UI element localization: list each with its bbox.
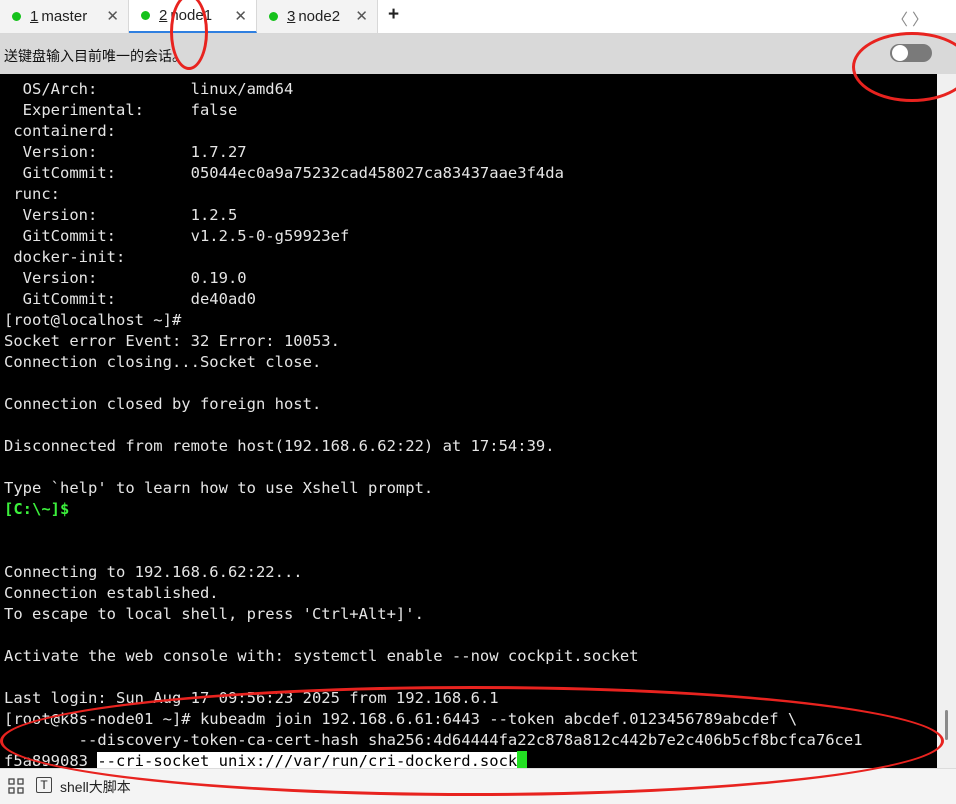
terminal-line: Socket error Event: 32 Error: 10053. [4,332,340,350]
terminal-line: Last login: Sun Aug 17 09:56:23 2025 fro… [4,689,499,707]
terminal-line: [root@localhost ~]# [4,311,182,329]
close-icon[interactable]: ✕ [355,7,368,25]
scroll-tabs-right-icon[interactable]: 〉 [912,6,928,30]
tab-node2[interactable]: 3 node2 ✕ [257,0,378,33]
command-prefix: f5a899083 [4,752,98,768]
cri-socket-argument: --cri-socket unix:///var/run/cri-dockerd… [97,752,518,768]
terminal-line: Experimental: false [4,101,238,119]
terminal-line: Version: 1.2.5 [4,206,238,224]
terminal-line: To escape to local shell, press 'Ctrl+Al… [4,605,424,623]
tab-label: node2 [298,8,341,25]
terminal-lines: OS/Arch: linux/amd64 Experimental: false… [4,79,863,768]
quick-command-bar: T shell大脚本 [0,768,956,804]
tab-number: 3 [287,8,296,25]
scrollbar-thumb[interactable] [945,710,948,740]
connected-status-icon [269,12,278,21]
close-icon[interactable]: ✕ [106,7,119,25]
scroll-tabs-left-icon[interactable]: 〈 [892,6,908,30]
local-shell-prompt: [C:\~]$ [4,500,70,518]
close-icon[interactable]: ✕ [234,7,247,25]
tab-master[interactable]: 1 master ✕ [0,0,129,33]
terminal-line: GitCommit: de40ad0 [4,290,256,308]
connected-status-icon [141,11,150,20]
terminal-line: Connection established. [4,584,219,602]
tab-number: 1 [30,8,39,25]
terminal-line: Activate the web console with: systemctl… [4,647,639,665]
connected-status-icon [12,12,21,21]
tab-bar: 1 master ✕ 2 node1 ✕ 3 node2 ✕ + 〈 〉 [0,0,956,34]
command-grid-icon[interactable] [8,778,24,794]
broadcast-label: 送键盘输入目前唯一的会话。 [4,48,186,64]
quick-command-label[interactable]: shell大脚本 [60,777,131,797]
tab-label: node1 [170,7,213,24]
terminal-scrollbar[interactable] [937,74,956,768]
terminal-line: Connection closed by foreign host. [4,395,322,413]
terminal-line: [root@k8s-node01 ~]# kubeadm join 192.16… [4,710,798,728]
terminal-line: --discovery-token-ca-cert-hash sha256:4d… [4,731,863,749]
terminal-line: docker-init: [4,248,126,266]
terminal-line: Version: 1.7.27 [4,143,247,161]
terminal-line-command: f5a899083 --cri-socket unix:///var/run/c… [4,751,863,768]
terminal-line: Version: 0.19.0 [4,269,247,287]
broadcast-toggle[interactable] [890,44,932,62]
tab-node1[interactable]: 2 node1 ✕ [129,0,257,33]
toggle-knob [892,45,908,61]
terminal-line: runc: [4,185,60,203]
terminal-line: Connecting to 192.168.6.62:22... [4,563,303,581]
new-tab-button[interactable]: + [388,4,399,26]
tab-number: 2 [159,7,168,24]
terminal-line: Connection closing...Socket close. [4,353,322,371]
tab-label: master [41,8,88,25]
terminal-line: GitCommit: v1.2.5-0-g59923ef [4,227,350,245]
text-cursor [517,751,528,768]
terminal-line: OS/Arch: linux/amd64 [4,80,294,98]
terminal-line: Disconnected from remote host(192.168.6.… [4,437,555,455]
broadcast-bar: 送键盘输入目前唯一的会话。 [0,34,956,74]
terminal-line: Type `help' to learn how to use Xshell p… [4,479,434,497]
text-script-icon[interactable]: T [36,777,52,793]
terminal-output[interactable]: OS/Arch: linux/amd64 Experimental: false… [0,74,937,768]
terminal-line: GitCommit: 05044ec0a9a75232cad458027ca83… [4,164,564,182]
terminal-line: containerd: [4,122,116,140]
